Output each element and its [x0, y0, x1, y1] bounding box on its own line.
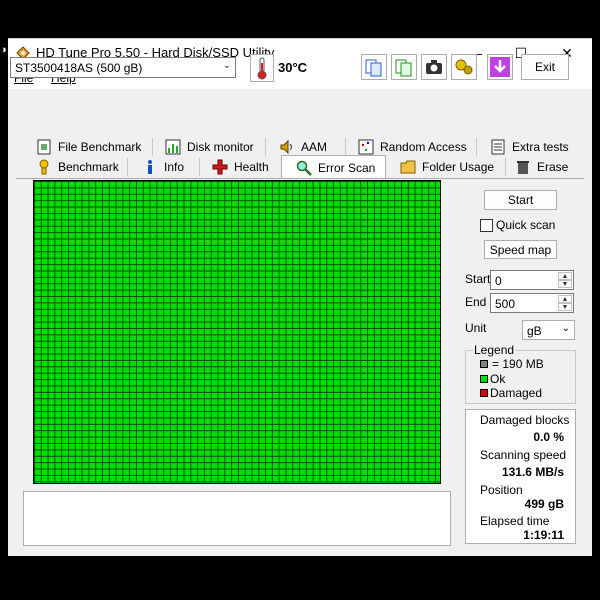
file-benchmark-icon	[37, 139, 51, 155]
tab-label: Erase	[537, 160, 569, 174]
tab-folder-usage[interactable]: Folder Usage	[400, 157, 494, 177]
copy-screenshot-icon	[395, 59, 412, 77]
tab-divider	[199, 158, 200, 176]
tab-label: Random Access	[380, 140, 467, 154]
drive-select[interactable]: ST3500418AS (500 gB) ⌄	[10, 57, 236, 78]
options-button[interactable]	[451, 54, 477, 80]
legend-block-size: = 190 MB	[492, 357, 544, 371]
exit-button[interactable]: Exit	[521, 54, 569, 80]
scanning-speed-value: 131.6 MB/s	[501, 465, 564, 479]
tab-label: Info	[164, 160, 185, 174]
tab-label: File Benchmark	[58, 140, 142, 154]
tab-label: Extra tests	[512, 140, 569, 154]
toolbar	[8, 89, 592, 127]
position-label: Position	[480, 483, 523, 497]
tab-label: Health	[234, 160, 269, 174]
legend-ok-swatch	[480, 375, 488, 383]
tab-file-benchmark[interactable]: File Benchmark	[36, 137, 141, 157]
end-label: End	[465, 295, 487, 309]
spin-down-icon[interactable]: ▼	[558, 303, 572, 311]
thermometer-icon	[257, 57, 267, 80]
trash-icon	[517, 161, 529, 174]
legend-title: Legend	[473, 343, 516, 357]
folder-icon	[400, 160, 416, 174]
position-value: 499 gB	[524, 497, 564, 511]
start-scan-button[interactable]: Start	[484, 190, 557, 210]
spin-down-icon[interactable]: ▼	[558, 280, 572, 288]
tab-disk-monitor[interactable]: Disk monitor	[165, 137, 254, 157]
random-access-icon	[358, 139, 374, 155]
chevron-down-icon: ⌄	[561, 323, 570, 334]
damaged-blocks-value: 0.0 %	[533, 430, 564, 444]
tab-health[interactable]: Health	[212, 157, 269, 177]
tab-divider	[265, 138, 266, 156]
unit-value: gB	[527, 324, 542, 338]
copy-info-button[interactable]	[361, 54, 387, 80]
elapsed-time-label: Elapsed time	[480, 514, 550, 528]
unit-label: Unit	[465, 321, 487, 335]
start-spinbox[interactable]: 0 ▲ ▼	[490, 270, 574, 290]
end-spinbox[interactable]: 500 ▲ ▼	[490, 293, 574, 313]
tab-aam[interactable]: AAM	[279, 137, 327, 157]
legend-block-swatch	[480, 360, 488, 368]
damaged-blocks-label: Damaged blocks	[480, 413, 570, 427]
start-label: Start	[465, 272, 491, 286]
info-icon	[148, 160, 152, 174]
quick-scan-checkbox[interactable]	[480, 219, 493, 232]
magnifier-icon	[296, 160, 312, 176]
tab-extra-tests[interactable]: Extra tests	[490, 137, 569, 157]
extra-tests-icon	[491, 139, 505, 155]
save-button[interactable]	[487, 54, 513, 80]
tab-divider	[127, 158, 128, 176]
legend-ok-label: Ok	[490, 372, 506, 386]
tab-divider	[476, 138, 477, 156]
unit-select[interactable]: gB ⌄	[522, 320, 575, 340]
temperature-value: 30°C	[278, 60, 308, 75]
copy-screenshot-button[interactable]	[391, 54, 417, 80]
scan-block-grid	[33, 180, 441, 484]
options-icon	[455, 59, 473, 75]
legend-damaged-swatch	[480, 389, 488, 397]
quick-scan-label[interactable]: Quick scan	[496, 218, 555, 232]
tab-label: Disk monitor	[187, 140, 254, 154]
temperature-icon[interactable]	[250, 54, 274, 82]
spin-up-icon[interactable]: ▲	[558, 295, 572, 303]
benchmark-icon	[39, 159, 49, 175]
speed-map-button[interactable]: Speed map	[484, 240, 557, 259]
speaker-icon	[280, 139, 292, 155]
spin-up-icon[interactable]: ▲	[558, 272, 572, 280]
tab-label: Benchmark	[58, 160, 119, 174]
elapsed-time-value: 1:19:11	[523, 528, 564, 542]
scan-log-box[interactable]	[23, 491, 451, 546]
tab-divider	[505, 158, 506, 176]
start-value: 0	[495, 274, 502, 288]
end-value: 500	[495, 297, 516, 311]
tab-label: AAM	[301, 140, 328, 154]
tab-random-access[interactable]: Random Access	[358, 137, 467, 157]
tab-label: Folder Usage	[422, 160, 495, 174]
disk-monitor-icon	[165, 139, 181, 155]
drive-select-value: ST3500418AS (500 gB)	[15, 61, 143, 75]
screenshot-button[interactable]	[421, 54, 447, 80]
camera-icon	[426, 60, 442, 74]
tab-info[interactable]: Info	[142, 157, 184, 177]
tab-erase[interactable]: Erase	[515, 157, 568, 177]
copy-info-icon	[365, 59, 382, 77]
tab-benchmark[interactable]: Benchmark	[36, 157, 119, 177]
legend-damaged-label: Damaged	[490, 386, 543, 400]
save-icon	[490, 57, 510, 77]
tab-divider	[152, 138, 153, 156]
tab-divider	[345, 138, 346, 156]
tab-error-scan[interactable]: Error Scan	[281, 155, 386, 179]
health-cross-icon	[212, 159, 228, 175]
corner-glyph: ◑	[0, 44, 7, 56]
tab-label: Error Scan	[318, 160, 376, 175]
chevron-down-icon: ⌄	[222, 60, 231, 71]
scanning-speed-label: Scanning speed	[480, 448, 567, 462]
